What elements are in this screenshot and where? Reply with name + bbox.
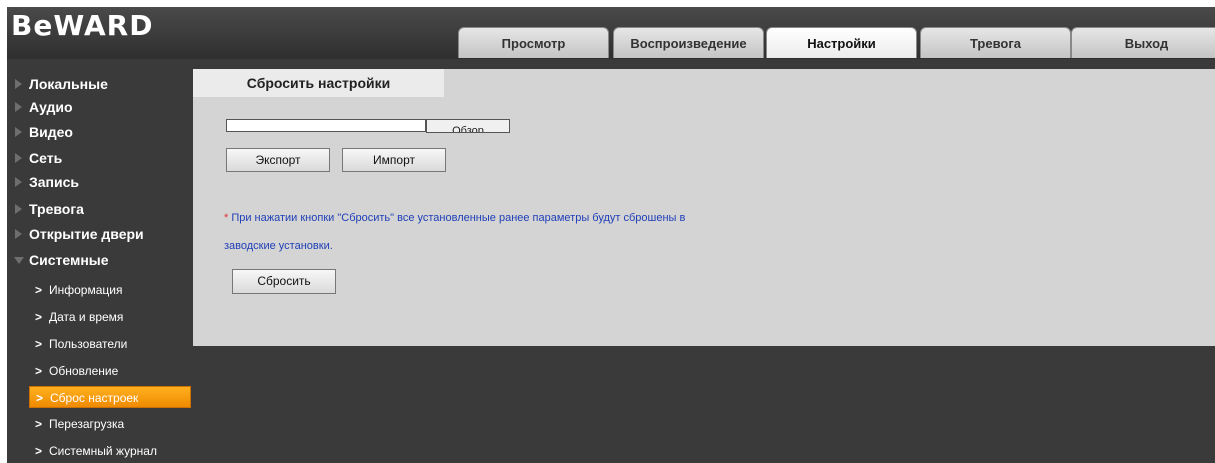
brand-logo: BeWARD [11, 9, 154, 42]
triangle-right-icon [15, 204, 22, 214]
triangle-right-icon [15, 79, 22, 89]
sidebar-item-record[interactable]: Запись [15, 171, 80, 193]
export-button[interactable]: Экспорт [226, 148, 330, 172]
tab-alarm[interactable]: Тревога [920, 27, 1071, 58]
sidebar-subitem-users[interactable]: > Пользователи [29, 333, 191, 355]
sidebar-subitem-label: Дата и время [49, 310, 124, 324]
sidebar-subitem-label: Обновление [49, 364, 119, 378]
sidebar-item-label: Аудио [29, 99, 73, 115]
sidebar-item-label: Системные [29, 252, 109, 268]
sidebar-subitem-update[interactable]: > Обновление [29, 360, 191, 382]
sidebar-item-label: Видео [29, 124, 73, 140]
sidebar-item-alarm[interactable]: Тревога [15, 198, 84, 220]
chevron-right-icon: > [35, 417, 43, 431]
chevron-right-icon: > [35, 444, 43, 458]
tab-playback[interactable]: Воспроизведение [613, 27, 764, 58]
sidebar-subitem-label: Информация [49, 283, 123, 297]
triangle-right-icon [15, 153, 22, 163]
chevron-right-icon: > [35, 337, 43, 351]
triangle-down-icon [14, 257, 24, 264]
chevron-right-icon: > [35, 310, 43, 324]
triangle-right-icon [15, 229, 22, 239]
browse-button[interactable]: Обзор [426, 119, 510, 133]
sidebar-subitem-info[interactable]: > Информация [29, 279, 191, 301]
sidebar-item-label: Запись [29, 174, 80, 190]
chevron-right-icon: > [36, 391, 44, 405]
reset-warning-line2: заводские установки. [224, 240, 333, 252]
reset-button[interactable]: Сбросить [232, 269, 336, 294]
sidebar-subitem-label: Системный журнал [49, 444, 157, 458]
triangle-right-icon [15, 102, 22, 112]
sidebar-subitem-syslog[interactable]: > Системный журнал [29, 440, 191, 462]
app-window: BeWARD Просмотр Воспроизведение Настройк… [7, 7, 1215, 463]
reset-warning-line1: * При нажатии кнопки "Сбросить" все уста… [224, 212, 685, 224]
sidebar-subitem-reboot[interactable]: > Перезагрузка [29, 413, 191, 435]
sidebar-subitem-datetime[interactable]: > Дата и время [29, 306, 191, 328]
sidebar: Локальные Аудио Видео Сеть Запись Тревог… [7, 59, 192, 463]
triangle-right-icon [15, 177, 22, 187]
tab-logout[interactable]: Выход [1071, 27, 1215, 58]
file-path-input[interactable] [226, 119, 426, 132]
chevron-right-icon: > [35, 364, 43, 378]
sidebar-item-door[interactable]: Открытие двери [15, 223, 144, 245]
sidebar-subitem-reset[interactable]: > Сброс настроек [29, 386, 191, 408]
sidebar-subitem-label: Пользователи [49, 337, 128, 351]
header-bar: BeWARD Просмотр Воспроизведение Настройк… [7, 7, 1215, 59]
chevron-right-icon: > [35, 283, 43, 297]
tab-view[interactable]: Просмотр [458, 27, 609, 58]
sidebar-item-label: Сеть [29, 150, 63, 166]
sidebar-item-audio[interactable]: Аудио [15, 96, 73, 118]
triangle-right-icon [15, 127, 22, 137]
sidebar-item-network[interactable]: Сеть [15, 147, 63, 169]
sidebar-item-system[interactable]: Системные [14, 249, 109, 271]
sidebar-item-local[interactable]: Локальные [15, 73, 108, 95]
import-button[interactable]: Импорт [342, 148, 446, 172]
sidebar-subitem-label: Сброс настроек [50, 391, 139, 405]
sidebar-item-label: Открытие двери [29, 226, 144, 242]
sidebar-item-video[interactable]: Видео [15, 121, 73, 143]
sidebar-subitem-label: Перезагрузка [49, 417, 125, 431]
settings-panel: Сбросить настройки Обзор Экспорт Импорт … [193, 69, 1215, 346]
sidebar-item-label: Тревога [29, 201, 84, 217]
tab-settings[interactable]: Настройки [766, 27, 917, 58]
panel-tab-reset[interactable]: Сбросить настройки [193, 69, 444, 97]
reset-warning-text: При нажатии кнопки "Сбросить" все устано… [228, 212, 686, 224]
sidebar-item-label: Локальные [29, 76, 108, 92]
